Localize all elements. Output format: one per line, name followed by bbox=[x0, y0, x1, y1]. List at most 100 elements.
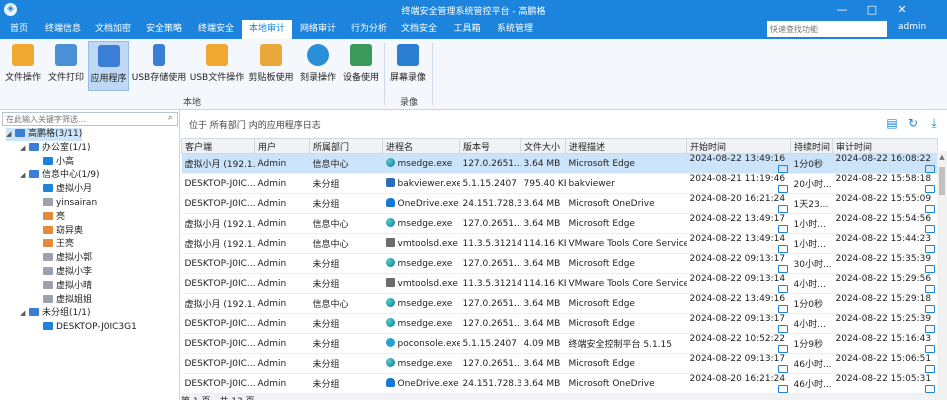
columns-view-icon[interactable]: ▤ bbox=[885, 116, 899, 130]
column-header[interactable]: 进程描述 bbox=[565, 138, 687, 154]
monitor-icon[interactable] bbox=[924, 265, 935, 273]
scroll-thumb[interactable] bbox=[939, 167, 945, 195]
close-button[interactable]: ✕ bbox=[887, 1, 917, 19]
monitor-icon[interactable] bbox=[924, 245, 935, 253]
column-header[interactable]: 进程名 bbox=[382, 138, 460, 154]
monitor-icon[interactable] bbox=[924, 325, 935, 333]
tree-node[interactable]: ◢ 高鹏格(3/11) bbox=[6, 128, 83, 141]
process-icon bbox=[385, 278, 395, 287]
table-row[interactable]: DESKTOP-J0IC... Admin 未分组 msedge.exe 127.0.2… bbox=[181, 353, 938, 374]
tool-usb-storage[interactable]: USB存储使用 bbox=[130, 41, 188, 91]
column-header[interactable]: 审计时间 bbox=[832, 138, 938, 154]
table-row[interactable]: DESKTOP-J0IC... Admin 未分组 OneDrive.exe 24.15… bbox=[181, 373, 938, 394]
monitor-icon[interactable] bbox=[777, 165, 788, 173]
column-header[interactable]: 版本号 bbox=[459, 138, 521, 154]
tree-node[interactable]: ◢ 信息中心(1/9) bbox=[20, 169, 100, 182]
group-label-record: 录像 bbox=[400, 98, 419, 108]
expand-toggle-icon[interactable]: ◢ bbox=[20, 169, 29, 182]
monitor-icon[interactable] bbox=[777, 305, 788, 313]
column-header[interactable]: 开始时间 bbox=[686, 138, 791, 154]
tool-usb-file[interactable]: USB文件操作 bbox=[189, 41, 245, 91]
menu-terminal-security[interactable]: 终端安全 bbox=[190, 20, 242, 39]
tree-node[interactable]: 窈异奥 bbox=[34, 225, 83, 238]
tree-filter-input[interactable] bbox=[2, 112, 178, 126]
table-row[interactable]: DESKTOP-J0IC... Admin 未分组 msedge.exe 127.0.2… bbox=[181, 313, 938, 334]
monitor-icon[interactable] bbox=[777, 205, 788, 213]
expand-toggle-icon[interactable]: ◢ bbox=[6, 128, 15, 141]
tree-node[interactable]: 亮 bbox=[34, 211, 65, 224]
menu-doc-encrypt[interactable]: 文档加密 bbox=[88, 20, 138, 39]
search-icon[interactable]: ⌕ bbox=[168, 113, 177, 122]
menu-doc-security[interactable]: 文档安全 bbox=[394, 20, 444, 39]
tree-node[interactable]: 虚拟小李 bbox=[34, 266, 92, 279]
table-row[interactable]: DESKTOP-J0IC... Admin 未分组 OneDrive.exe 24.15… bbox=[181, 193, 938, 214]
column-header[interactable]: 用户 bbox=[254, 138, 310, 154]
tree-node[interactable]: 王亮 bbox=[34, 238, 74, 251]
menu-behavior-analysis[interactable]: 行为分析 bbox=[344, 20, 394, 39]
tree-node[interactable]: 小高 bbox=[34, 156, 74, 169]
column-header[interactable]: 客户端 bbox=[181, 138, 255, 154]
monitor-icon[interactable] bbox=[777, 385, 788, 393]
minimize-button[interactable]: — bbox=[827, 1, 857, 19]
monitor-icon[interactable] bbox=[924, 165, 935, 173]
refresh-icon[interactable]: ↻ bbox=[906, 116, 920, 130]
tree-node[interactable]: ◢ 办公室(1/1) bbox=[20, 142, 91, 155]
column-header[interactable]: 所属部门 bbox=[309, 138, 383, 154]
monitor-icon[interactable] bbox=[777, 285, 788, 293]
table-row[interactable]: DESKTOP-J0IC... Admin 未分组 poconsole.exe 5.1.… bbox=[181, 333, 938, 354]
column-header[interactable]: 文件大小 bbox=[520, 138, 566, 154]
tool-screen-record[interactable]: 屏幕录像 bbox=[387, 41, 429, 91]
monitor-icon[interactable] bbox=[924, 185, 935, 193]
tool-clipboard[interactable]: 剪贴板使用 bbox=[246, 41, 296, 91]
monitor-icon[interactable] bbox=[924, 205, 935, 213]
restore-button[interactable]: □ bbox=[857, 1, 887, 19]
user-name[interactable]: admin bbox=[898, 22, 926, 32]
column-header[interactable]: 持续时间 bbox=[790, 138, 833, 154]
monitor-icon[interactable] bbox=[924, 225, 935, 233]
tree-node[interactable]: DESKTOP-J0IC3G1 bbox=[34, 321, 137, 334]
table-row[interactable]: 虚拟小月 (192.1... Admin 信息中心 vmtoolsd.exe 11.3.… bbox=[181, 233, 938, 254]
expand-toggle-icon[interactable]: ◢ bbox=[20, 307, 29, 320]
menu-system-admin[interactable]: 系统管理 bbox=[490, 20, 540, 39]
monitor-icon[interactable] bbox=[777, 225, 788, 233]
tree-node[interactable]: 虚拟小郭 bbox=[34, 252, 92, 265]
menu-network-audit[interactable]: 网络审计 bbox=[292, 20, 344, 39]
tree-node[interactable]: 虚拟小月 bbox=[34, 183, 92, 196]
vertical-scrollbar[interactable]: ▲ bbox=[937, 151, 947, 400]
monitor-icon[interactable] bbox=[924, 345, 935, 353]
tree-node[interactable]: ◢ 未分组(1/1) bbox=[20, 307, 91, 320]
table-row[interactable]: 虚拟小月 (192.1... Admin 信息中心 msedge.exe 127.0.2… bbox=[181, 293, 938, 314]
menu-security-policy[interactable]: 安全策略 bbox=[138, 20, 190, 39]
tool-file-operation[interactable]: 文件操作 bbox=[2, 41, 44, 91]
tool-device[interactable]: 设备使用 bbox=[340, 41, 382, 91]
monitor-icon[interactable] bbox=[924, 365, 935, 373]
table-row[interactable]: DESKTOP-J0IC... Admin 未分组 bakviewer.exe 5.1.… bbox=[181, 173, 938, 194]
export-download-icon[interactable]: ⤓ bbox=[927, 116, 941, 130]
monitor-icon[interactable] bbox=[777, 245, 788, 253]
tree-node[interactable]: yinsairan bbox=[34, 197, 97, 210]
table-row[interactable]: 虚拟小月 (192.1... Admin 信息中心 msedge.exe 127.0.2… bbox=[181, 213, 938, 234]
monitor-icon[interactable] bbox=[924, 285, 935, 293]
table-row[interactable]: DESKTOP-J0IC... Admin 未分组 msedge.exe 127.0.2… bbox=[181, 253, 938, 274]
scroll-up-icon[interactable]: ▲ bbox=[937, 153, 947, 163]
tool-file-print[interactable]: 文件打印 bbox=[45, 41, 87, 91]
menu-toolbox[interactable]: 工具箱 bbox=[444, 20, 490, 39]
tool-burn[interactable]: 刻录操作 bbox=[297, 41, 339, 91]
tree-node[interactable]: 虚拟姐姐 bbox=[34, 294, 92, 307]
menu-local-audit[interactable]: 本地审计 bbox=[242, 20, 292, 39]
monitor-icon[interactable] bbox=[777, 265, 788, 273]
monitor-icon[interactable] bbox=[777, 325, 788, 333]
monitor-icon[interactable] bbox=[777, 185, 788, 193]
table-row[interactable]: DESKTOP-J0IC... Admin 未分组 vmtoolsd.exe 11.3.… bbox=[181, 273, 938, 294]
expand-toggle-icon[interactable]: ◢ bbox=[20, 142, 29, 155]
monitor-icon[interactable] bbox=[924, 305, 935, 313]
menu-terminal-info[interactable]: 终端信息 bbox=[38, 20, 88, 39]
table-row[interactable]: 虚拟小月 (192.1... Admin 信息中心 msedge.exe 127.0.2… bbox=[181, 153, 938, 174]
monitor-icon[interactable] bbox=[777, 365, 788, 373]
monitor-icon[interactable] bbox=[924, 385, 935, 393]
quick-search-input[interactable] bbox=[767, 21, 887, 37]
monitor-icon[interactable] bbox=[777, 345, 788, 353]
tree-node[interactable]: 虚拟小晴 bbox=[34, 280, 92, 293]
tool-application[interactable]: 应用程序 bbox=[88, 41, 129, 91]
menu-home[interactable]: 首页 bbox=[0, 20, 38, 39]
